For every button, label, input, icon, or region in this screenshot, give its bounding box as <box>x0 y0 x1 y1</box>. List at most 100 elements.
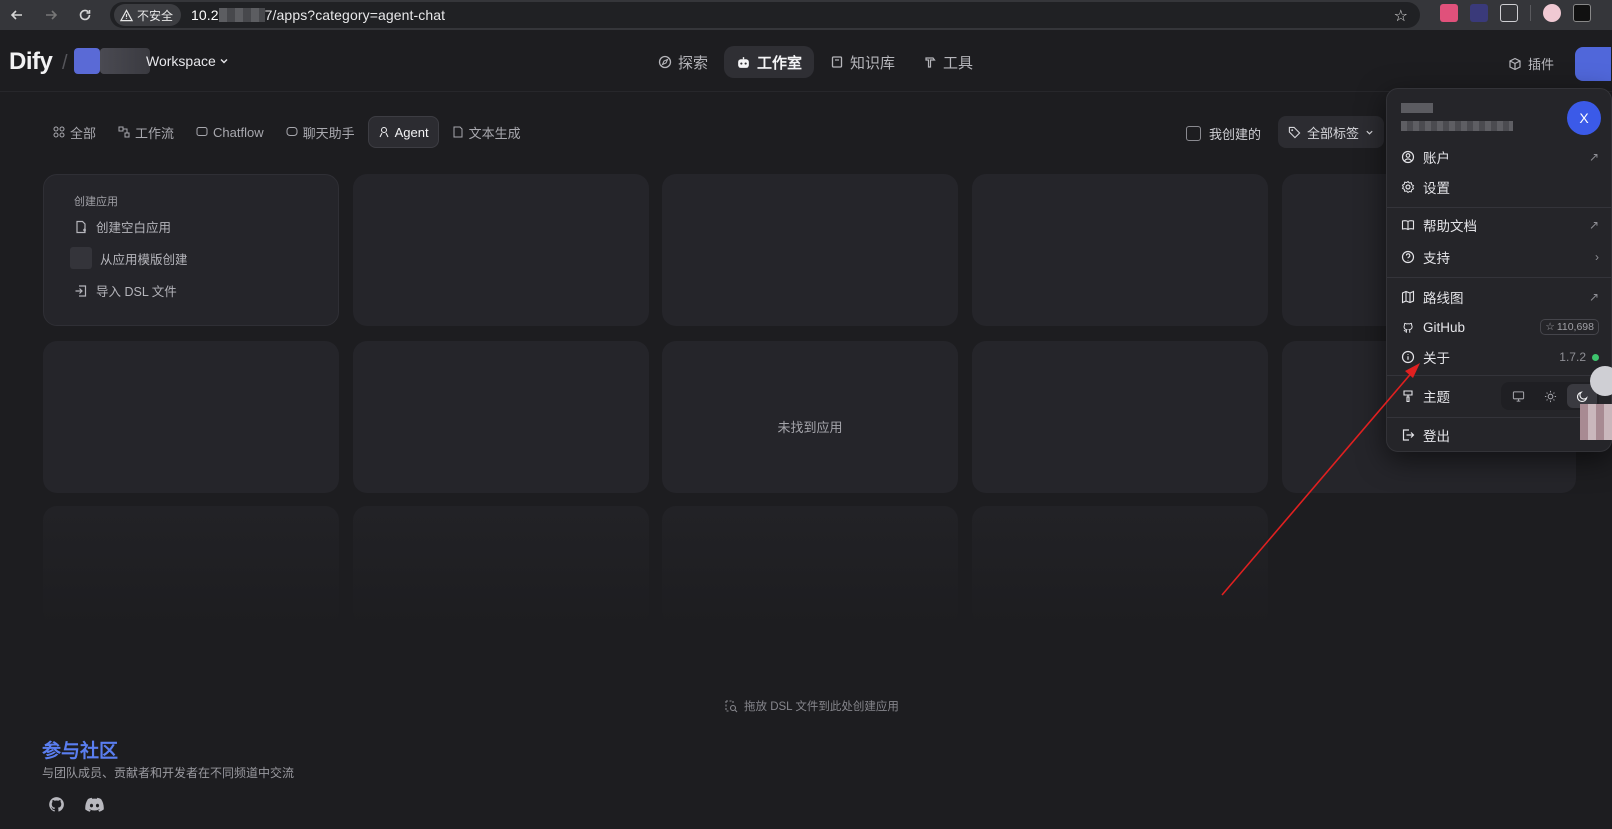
import-icon <box>75 284 87 297</box>
github-icon[interactable] <box>48 796 65 813</box>
translate-extension-icon[interactable] <box>1440 4 1458 22</box>
workspace-selector[interactable]: Workspace <box>146 53 229 69</box>
dify-logo[interactable]: Dify <box>9 48 53 76</box>
nav-knowledge-label: 知识库 <box>850 54 896 72</box>
moon-icon <box>1576 390 1588 402</box>
created-by-me-label: 我创建的 <box>1209 127 1262 142</box>
app-header: Dify / Workspace 探索 工作室 知识库 工具 插件 <box>0 36 1612 92</box>
community-links <box>48 796 104 813</box>
back-button[interactable] <box>0 0 34 30</box>
create-app-title: 创建应用 <box>74 196 118 208</box>
screenshot-icon[interactable] <box>1573 4 1591 22</box>
menu-settings-label: 设置 <box>1423 181 1450 196</box>
menu-support-label: 支持 <box>1423 251 1450 266</box>
reload-button[interactable] <box>68 0 102 30</box>
logo-separator: / <box>62 52 68 74</box>
nav-tools[interactable]: 工具 <box>911 46 985 78</box>
filter-chat-assistant[interactable]: 聊天助手 <box>277 116 364 148</box>
map-icon <box>1401 290 1415 304</box>
cube-icon <box>1509 57 1521 70</box>
chat-icon <box>286 127 298 136</box>
menu-account[interactable]: 账户 ↗ <box>1401 143 1599 171</box>
user-avatar-button[interactable] <box>1575 47 1611 81</box>
gear-icon <box>1401 180 1415 194</box>
workspace-avatar[interactable] <box>74 48 100 74</box>
theme-light-option[interactable] <box>1535 384 1565 408</box>
warning-icon <box>120 8 133 21</box>
placeholder-card <box>353 506 649 626</box>
template-icon <box>70 247 92 269</box>
profile-avatar-icon[interactable] <box>1543 4 1561 22</box>
external-link-icon: ↗ <box>1588 218 1599 232</box>
hammer-icon <box>925 57 936 68</box>
forward-button[interactable] <box>34 0 68 30</box>
menu-logout-label: 登出 <box>1423 429 1450 444</box>
menu-theme: 主题 <box>1401 379 1599 413</box>
version-number: 1.7.2 <box>1559 350 1586 364</box>
nav-explore[interactable]: 探索 <box>646 46 720 78</box>
file-plus-icon <box>76 220 86 233</box>
create-blank-app[interactable]: 创建空白应用 <box>74 217 171 236</box>
menu-account-label: 账户 <box>1423 151 1450 166</box>
nav-knowledge[interactable]: 知识库 <box>818 46 907 78</box>
menu-support[interactable]: 支持 › <box>1401 243 1599 271</box>
filter-text-generation[interactable]: 文本生成 <box>443 116 530 148</box>
user-dropdown-menu: X 账户 ↗ 设置 帮助文档 ↗ 支持 › 路线图 ↗ GitHub ☆ 110… <box>1386 88 1612 452</box>
filter-chatflow[interactable]: Chatflow <box>187 116 273 148</box>
created-by-me-toggle[interactable]: 我创建的 <box>1186 124 1261 143</box>
placeholder-card <box>43 341 339 493</box>
nav-studio-label: 工作室 <box>757 54 803 72</box>
menu-about[interactable]: 关于 1.7.2 <box>1401 343 1599 371</box>
floating-apps-button[interactable] <box>1590 366 1612 396</box>
user-name-redaction <box>1401 103 1433 113</box>
menu-logout[interactable]: 登出 <box>1401 421 1599 449</box>
created-by-me-checkbox[interactable] <box>1186 126 1201 141</box>
tag-filter-select[interactable]: 全部标签 <box>1278 116 1385 148</box>
filter-agent[interactable]: Agent <box>367 116 439 148</box>
github-stars-count: 110,698 <box>1556 321 1594 333</box>
menu-github[interactable]: GitHub ☆ 110,698 <box>1401 313 1599 341</box>
security-chip[interactable]: 不安全 <box>114 4 182 26</box>
help-circle-icon <box>1401 250 1415 264</box>
tag-filter-label: 全部标签 <box>1307 125 1360 141</box>
chevron-down-icon <box>220 59 228 64</box>
placeholder-card <box>662 174 958 326</box>
create-from-template[interactable]: 从应用模版创建 <box>70 247 188 269</box>
filter-workflow[interactable]: 工作流 <box>109 116 183 148</box>
create-app-card: 创建应用 创建空白应用 从应用模版创建 导入 DSL 文件 <box>43 174 339 326</box>
filter-workflow-label: 工作流 <box>135 125 175 141</box>
placeholder-card <box>353 341 649 493</box>
brush-icon <box>1403 390 1413 403</box>
bookmark-star-icon[interactable]: ☆ <box>1394 6 1408 26</box>
url-host: 10.2 <box>191 7 219 23</box>
github-stars-badge: ☆ 110,698 <box>1540 319 1599 335</box>
tag-icon <box>1288 126 1301 138</box>
compass-icon <box>658 55 672 69</box>
filter-chat-assistant-label: 聊天助手 <box>302 125 355 141</box>
dsl-drop-hint-text: 拖放 DSL 文件到此处创建应用 <box>744 701 899 713</box>
menu-roadmap[interactable]: 路线图 ↗ <box>1401 283 1599 311</box>
theme-system-option[interactable] <box>1503 384 1533 408</box>
status-dot <box>1592 353 1599 361</box>
menu-github-label: GitHub <box>1423 319 1466 335</box>
menu-settings[interactable]: 设置 <box>1401 173 1599 201</box>
address-bar[interactable]: 不安全 10.2 7/apps?category=agent-chat ☆ <box>110 2 1420 28</box>
filter-all[interactable]: 全部 <box>44 116 105 148</box>
puzzle-icon[interactable] <box>1500 4 1518 22</box>
import-dsl-file[interactable]: 导入 DSL 文件 <box>74 281 177 300</box>
external-link-icon: ↗ <box>1588 150 1599 164</box>
menu-help-docs[interactable]: 帮助文档 ↗ <box>1401 211 1599 239</box>
discord-icon[interactable] <box>85 796 104 813</box>
github-stars: ☆ 110,698 <box>1540 319 1599 335</box>
agent-icon <box>379 127 389 138</box>
extension-icon[interactable] <box>1470 4 1488 22</box>
workflow-icon <box>118 126 130 138</box>
menu-divider <box>1387 417 1611 418</box>
chat-bubble-icon <box>196 127 208 136</box>
menu-divider <box>1387 375 1611 376</box>
github-icon <box>1403 322 1413 333</box>
plugin-button[interactable]: 插件 <box>1508 54 1554 73</box>
nav-studio[interactable]: 工作室 <box>724 46 815 78</box>
sun-icon <box>1544 390 1556 402</box>
workspace-name: Workspace <box>146 53 216 69</box>
